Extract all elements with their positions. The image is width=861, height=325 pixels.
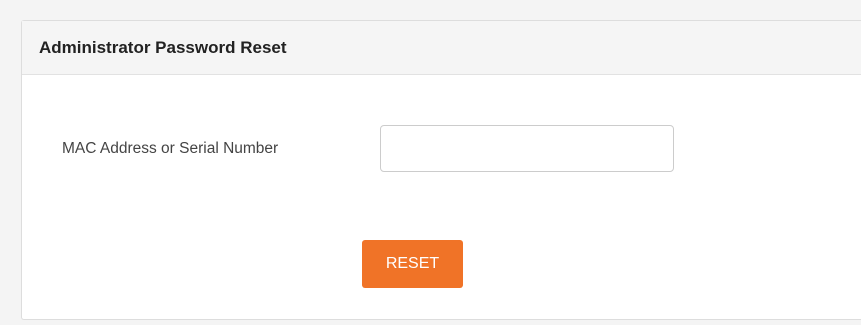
panel-title: Administrator Password Reset xyxy=(39,37,287,57)
reset-button[interactable]: RESET xyxy=(362,240,463,288)
mac-serial-input[interactable] xyxy=(380,125,674,172)
password-reset-panel: Administrator Password Reset MAC Address… xyxy=(21,20,861,320)
panel-header: Administrator Password Reset xyxy=(22,21,861,75)
mac-serial-label: MAC Address or Serial Number xyxy=(62,140,279,157)
